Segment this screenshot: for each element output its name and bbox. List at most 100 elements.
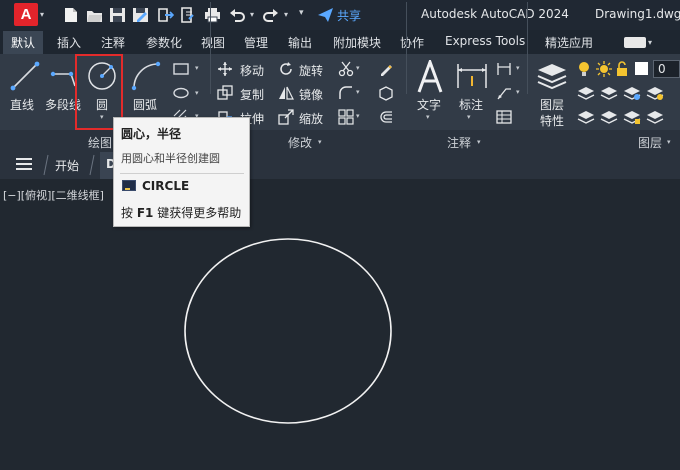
linear-dim-dropdown-icon[interactable]: ▾ xyxy=(516,64,520,72)
tooltip-title: 圆心，半径 xyxy=(121,127,182,141)
viewport-controls[interactable]: [−][俯视][二维线框] xyxy=(3,187,104,203)
tab-insert[interactable]: 插入 xyxy=(57,34,81,51)
scale-icon[interactable] xyxy=(278,109,294,125)
array-icon[interactable] xyxy=(338,109,354,125)
mirror-button[interactable]: 镜像 xyxy=(299,86,323,103)
ellipse-dropdown-icon[interactable]: ▾ xyxy=(195,89,199,97)
leader-dropdown-icon[interactable]: ▾ xyxy=(516,88,520,96)
save-as-icon[interactable] xyxy=(132,7,149,23)
annotation-expand-icon[interactable]: ▾ xyxy=(477,138,481,146)
fillet-dropdown-icon[interactable]: ▾ xyxy=(356,88,360,96)
ribbon-minimize-button[interactable] xyxy=(624,37,646,48)
tab-manage[interactable]: 管理 xyxy=(244,34,268,51)
erase-icon[interactable] xyxy=(378,61,394,77)
rectangle-dropdown-icon[interactable]: ▾ xyxy=(195,64,199,72)
chevron-down-icon[interactable]: ▾ xyxy=(648,38,652,47)
modify-expand-icon[interactable]: ▾ xyxy=(318,138,322,146)
arc-icon[interactable] xyxy=(130,60,162,92)
line-button[interactable]: 直线 xyxy=(10,96,34,113)
tab-addins[interactable]: 附加模块 xyxy=(333,34,381,51)
mirror-icon[interactable] xyxy=(278,85,294,101)
menu-icon[interactable] xyxy=(16,158,32,170)
new-icon[interactable] xyxy=(62,7,79,23)
panel-title-annotation[interactable]: 注释 xyxy=(447,134,471,151)
copy-icon[interactable] xyxy=(217,85,233,101)
save-web-icon[interactable] xyxy=(180,7,197,23)
dimension-icon[interactable] xyxy=(455,60,489,92)
redo-dropdown-icon[interactable]: ▾ xyxy=(284,10,288,19)
scale-button[interactable]: 缩放 xyxy=(299,110,323,127)
app-menu-button[interactable]: A xyxy=(14,3,38,26)
offset-icon[interactable] xyxy=(378,109,394,125)
dimension-dropdown-icon[interactable]: ▾ xyxy=(467,113,471,121)
share-button[interactable]: 共享 xyxy=(337,7,361,24)
layer-isolate-icon[interactable] xyxy=(600,85,618,101)
tab-featured-apps[interactable]: 精选应用 xyxy=(545,34,593,51)
tab-start[interactable]: 开始 xyxy=(55,157,79,174)
ellipse-icon[interactable] xyxy=(172,86,190,100)
panel-title-layers[interactable]: 图层 xyxy=(638,134,662,151)
polyline-icon[interactable] xyxy=(50,60,78,92)
line-icon[interactable] xyxy=(9,60,41,92)
layer-properties-line1[interactable]: 图层 xyxy=(540,96,564,113)
tab-default[interactable]: 默认 xyxy=(3,31,43,54)
table-icon[interactable] xyxy=(496,109,512,125)
arc-button[interactable]: 圆弧 xyxy=(133,96,157,113)
trim-dropdown-icon[interactable]: ▾ xyxy=(356,64,360,72)
fillet-icon[interactable] xyxy=(338,85,354,101)
customize-toolbar-icon[interactable]: ▾ xyxy=(299,8,304,18)
panel-title-draw[interactable]: 绘图 xyxy=(88,134,112,151)
layer-off-icon[interactable] xyxy=(646,85,664,101)
text-dropdown-icon[interactable]: ▾ xyxy=(426,113,430,121)
move-icon[interactable] xyxy=(217,61,233,77)
print-icon[interactable] xyxy=(204,7,221,23)
layer-match-icon[interactable] xyxy=(577,109,595,125)
lock-icon[interactable] xyxy=(615,61,629,77)
ribbon-separator xyxy=(527,2,528,94)
lightbulb-icon[interactable] xyxy=(577,61,591,77)
tab-collaborate[interactable]: 协作 xyxy=(400,34,424,51)
layer-state-icon[interactable] xyxy=(577,85,595,101)
dimension-button[interactable]: 标注 xyxy=(459,96,483,113)
rotate-icon[interactable] xyxy=(278,61,294,77)
chevron-down-icon[interactable]: ▾ xyxy=(40,10,44,19)
rotate-button[interactable]: 旋转 xyxy=(299,62,323,79)
array-dropdown-icon[interactable]: ▾ xyxy=(356,112,360,120)
text-button[interactable]: 文字 xyxy=(417,96,441,113)
open-web-icon[interactable] xyxy=(157,7,174,23)
open-icon[interactable] xyxy=(86,7,103,23)
layer-freeze-icon[interactable] xyxy=(623,85,641,101)
text-icon[interactable] xyxy=(415,60,445,94)
layer-unlock-icon[interactable] xyxy=(646,109,664,125)
tooltip-help-key: F1 xyxy=(136,206,154,220)
rectangle-icon[interactable] xyxy=(172,62,190,76)
save-icon[interactable] xyxy=(109,7,126,23)
layer-previous-icon[interactable] xyxy=(600,109,618,125)
layer-properties-icon[interactable] xyxy=(536,60,568,92)
panel-title-modify[interactable]: 修改 xyxy=(288,134,312,151)
layers-expand-icon[interactable]: ▾ xyxy=(667,138,671,146)
undo-icon[interactable] xyxy=(229,7,246,23)
ribbon-tab-bar: 默认 插入 注释 参数化 视图 管理 输出 附加模块 协作 Express To… xyxy=(0,30,680,54)
drawn-circle[interactable] xyxy=(180,236,396,426)
tooltip-help-prefix: 按 xyxy=(121,206,137,220)
tab-express-tools[interactable]: Express Tools xyxy=(445,34,525,48)
tab-parametric[interactable]: 参数化 xyxy=(146,34,182,51)
move-button[interactable]: 移动 xyxy=(240,62,264,79)
layer-properties-line2[interactable]: 特性 xyxy=(540,112,564,129)
tab-output[interactable]: 输出 xyxy=(288,34,312,51)
sun-icon[interactable] xyxy=(596,61,612,77)
current-layer-field[interactable]: 0 xyxy=(653,60,680,78)
redo-icon[interactable] xyxy=(262,7,279,23)
trim-icon[interactable] xyxy=(338,61,354,77)
layer-lock-icon[interactable] xyxy=(623,109,641,125)
linear-dim-icon[interactable] xyxy=(496,61,512,77)
layer-color-swatch[interactable] xyxy=(635,62,648,75)
explode-icon[interactable] xyxy=(378,85,394,101)
tab-annotate[interactable]: 注释 xyxy=(101,34,125,51)
tab-view[interactable]: 视图 xyxy=(201,34,225,51)
share-icon[interactable] xyxy=(317,7,334,23)
leader-icon[interactable] xyxy=(496,85,512,101)
copy-button[interactable]: 复制 xyxy=(240,86,264,103)
undo-dropdown-icon[interactable]: ▾ xyxy=(250,10,254,19)
